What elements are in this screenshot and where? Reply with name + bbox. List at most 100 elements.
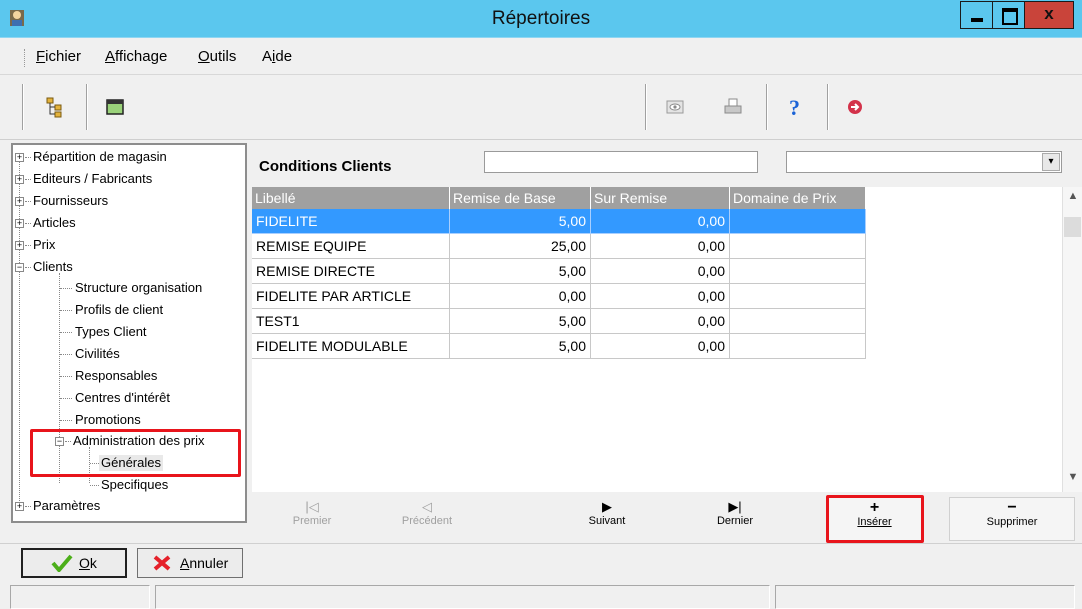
- menu-outils[interactable]: Outils: [198, 48, 236, 65]
- tree-item-structure[interactable]: Structure organisation: [75, 280, 202, 296]
- expand-icon[interactable]: +: [15, 241, 24, 250]
- table-cell[interactable]: [730, 284, 866, 309]
- tree-item-prix[interactable]: Prix: [33, 237, 55, 253]
- table-cell[interactable]: 5,00: [450, 209, 591, 234]
- next-button[interactable]: ▶ Suivant: [547, 497, 667, 541]
- expand-icon[interactable]: +: [15, 153, 24, 162]
- tree-connector: [60, 354, 72, 355]
- tree-item-repartition[interactable]: Répartition de magasin: [33, 149, 167, 165]
- table-cell[interactable]: [730, 234, 866, 259]
- delete-button[interactable]: − Supprimer: [949, 497, 1075, 541]
- highlight-annotation: [30, 429, 241, 477]
- vertical-scrollbar[interactable]: ▲ ▼: [1062, 187, 1082, 492]
- table-row[interactable]: FIDELITE MODULABLE 5,00 0,00: [252, 334, 866, 359]
- table-cell[interactable]: 25,00: [450, 234, 591, 259]
- column-header-sur-remise[interactable]: Sur Remise: [591, 187, 730, 209]
- table-cell[interactable]: 0,00: [591, 234, 730, 259]
- bottom-bar: Ok Annuler: [0, 543, 1082, 581]
- menu-fichier[interactable]: Fichier: [36, 48, 81, 65]
- tree-item-editeurs[interactable]: Editeurs / Fabricants: [33, 171, 152, 187]
- cancel-button[interactable]: Annuler: [137, 548, 243, 578]
- table-cell[interactable]: FIDELITE PAR ARTICLE: [252, 284, 450, 309]
- close-icon: x: [1044, 4, 1054, 23]
- first-button[interactable]: |◁ Premier: [252, 497, 372, 541]
- tree-connector: [60, 288, 72, 289]
- tree-item-articles[interactable]: Articles: [33, 215, 76, 231]
- preview-icon[interactable]: [660, 92, 690, 122]
- table-cell[interactable]: REMISE DIRECTE: [252, 259, 450, 284]
- table-cell[interactable]: 5,00: [450, 259, 591, 284]
- table-cell[interactable]: 5,00: [450, 334, 591, 359]
- tree-item-specifiques[interactable]: Specifiques: [101, 477, 168, 493]
- print-icon[interactable]: [718, 92, 748, 122]
- table-row[interactable]: FIDELITE PAR ARTICLE 0,00 0,00: [252, 284, 866, 309]
- table-cell[interactable]: 0,00: [591, 209, 730, 234]
- navigation-tree[interactable]: + Répartition de magasin + Editeurs / Fa…: [11, 143, 247, 523]
- expand-icon[interactable]: +: [15, 175, 24, 184]
- conditions-grid[interactable]: Libellé Remise de Base Sur Remise Domain…: [252, 187, 1062, 492]
- status-bar: [0, 582, 1082, 609]
- collapse-icon[interactable]: −: [15, 263, 24, 272]
- table-cell[interactable]: [730, 334, 866, 359]
- tree-item-types[interactable]: Types Client: [75, 324, 147, 340]
- tree-connector: [25, 157, 31, 158]
- tree-item-profils[interactable]: Profils de client: [75, 302, 163, 318]
- column-header-domaine-prix[interactable]: Domaine de Prix: [730, 187, 866, 209]
- table-cell[interactable]: FIDELITE: [252, 209, 450, 234]
- tree-item-responsables[interactable]: Responsables: [75, 368, 157, 384]
- previous-button[interactable]: ◁ Précédent: [367, 497, 487, 541]
- tree-item-civilites[interactable]: Civilités: [75, 346, 120, 362]
- tree-view-icon[interactable]: [40, 92, 70, 122]
- table-cell[interactable]: REMISE EQUIPE: [252, 234, 450, 259]
- highlight-annotation: [826, 495, 924, 543]
- expand-icon[interactable]: +: [15, 219, 24, 228]
- chevron-down-icon[interactable]: ▾: [1042, 153, 1060, 171]
- table-cell[interactable]: 0,00: [591, 309, 730, 334]
- toolbar-separator: [766, 84, 768, 130]
- column-header-remise-base[interactable]: Remise de Base: [450, 187, 591, 209]
- ok-button[interactable]: Ok: [21, 548, 127, 578]
- search-input[interactable]: [484, 151, 758, 173]
- expand-icon[interactable]: +: [15, 197, 24, 206]
- column-header-libelle[interactable]: Libellé: [252, 187, 450, 209]
- exit-icon[interactable]: [840, 92, 870, 122]
- table-cell[interactable]: 0,00: [450, 284, 591, 309]
- menu-aide[interactable]: Aide: [262, 48, 292, 65]
- tree-connector: [25, 179, 31, 180]
- table-cell[interactable]: [730, 209, 866, 234]
- table-cell[interactable]: FIDELITE MODULABLE: [252, 334, 450, 359]
- tree-item-clients[interactable]: Clients: [33, 259, 73, 275]
- table-cell[interactable]: 0,00: [591, 284, 730, 309]
- filter-select[interactable]: ▾: [786, 151, 1062, 173]
- expand-icon[interactable]: +: [15, 502, 24, 511]
- tree-connector: [60, 398, 72, 399]
- table-row[interactable]: FIDELITE 5,00 0,00: [252, 209, 866, 234]
- minimize-button[interactable]: [960, 1, 993, 29]
- tree-item-centres[interactable]: Centres d'intérêt: [75, 390, 170, 406]
- status-cell: [775, 585, 1075, 609]
- scroll-down-icon[interactable]: ▼: [1063, 471, 1082, 489]
- scroll-up-icon[interactable]: ▲: [1063, 190, 1082, 208]
- table-cell[interactable]: 0,00: [591, 259, 730, 284]
- tree-item-parametres[interactable]: Paramètres: [33, 498, 100, 514]
- close-button[interactable]: x: [1024, 1, 1074, 29]
- menu-affichage[interactable]: Affichage: [105, 48, 167, 65]
- table-cell[interactable]: [730, 259, 866, 284]
- table-cell[interactable]: 5,00: [450, 309, 591, 334]
- table-row[interactable]: REMISE EQUIPE 25,00 0,00: [252, 234, 866, 259]
- table-row[interactable]: TEST1 5,00 0,00: [252, 309, 866, 334]
- title-bar: Répertoires x: [0, 0, 1082, 38]
- last-button[interactable]: ▶| Dernier: [675, 497, 795, 541]
- scroll-thumb[interactable]: [1064, 217, 1081, 237]
- maximize-button[interactable]: [992, 1, 1025, 29]
- help-icon[interactable]: ?: [781, 92, 811, 122]
- table-cell[interactable]: TEST1: [252, 309, 450, 334]
- table-cell[interactable]: 0,00: [591, 334, 730, 359]
- table-row[interactable]: REMISE DIRECTE 5,00 0,00: [252, 259, 866, 284]
- main-panel: Conditions Clients ▾ Libellé Remise de B…: [249, 143, 1082, 543]
- table-cell[interactable]: [730, 309, 866, 334]
- tree-item-fournisseurs[interactable]: Fournisseurs: [33, 193, 108, 209]
- toolbar-separator: [645, 84, 647, 130]
- window-icon[interactable]: [100, 92, 130, 122]
- tree-item-promotions[interactable]: Promotions: [75, 412, 141, 428]
